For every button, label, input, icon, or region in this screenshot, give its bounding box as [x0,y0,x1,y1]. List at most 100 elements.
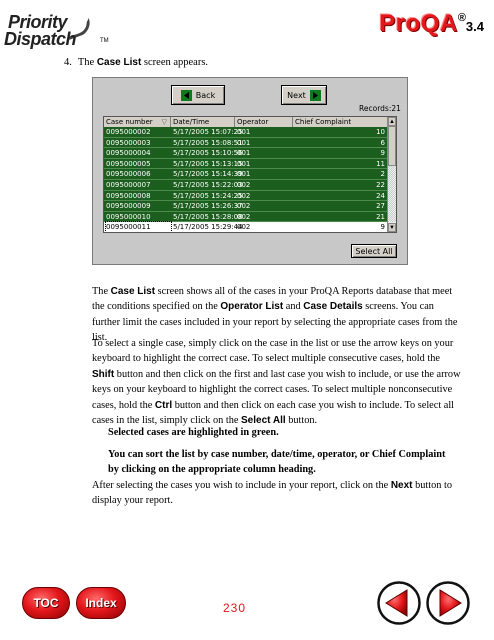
cell-case-number: 0095000005 [106,159,151,168]
cell-chief-complaint: 10 [376,128,385,136]
table-row[interactable]: 0095000003 5/17/2005 15:08:51 001 6 [104,137,388,149]
table-row[interactable]: 0095000008 5/17/2005 15:24:25 002 24 [104,190,388,202]
previous-page-button[interactable] [377,581,421,625]
cell-chief-complaint: 22 [376,180,385,189]
cell-chief-complaint: 24 [376,191,385,200]
page-number: 230 [223,601,247,615]
table-row[interactable]: 0095000002 5/17/2005 15:07:25 001 10 [104,127,388,138]
paragraph-selecting-cases: To select a single case, simply click on… [92,336,464,428]
grid-rows: 0095000002 5/17/2005 15:07:25 001 10 0095000… [104,127,388,232]
grid-scrollbar[interactable]: ▲ ▼ [387,117,396,232]
next-button[interactable]: Next [281,85,327,105]
brand-version: 3.4 [465,19,484,34]
previous-arrow-icon [377,581,421,625]
note-highlighted-green: Selected cases are highlighted in green. [108,427,279,438]
next-label: Next [287,90,306,100]
priority-dispatch-logo: Priority Dispatch TM [4,12,109,52]
step-line: 4. The Case List screen appears. [64,57,208,68]
table-row[interactable]: 0095000004 5/17/2005 15:10:56 001 9 [104,148,388,159]
p3-next: Next [390,480,413,491]
col-operator[interactable]: Operator [235,117,293,127]
cell-date-time: 5/17/2005 15:22:03 [173,180,243,189]
back-label: Back [195,90,216,100]
cell-case-number: 0095000006 [106,170,151,179]
step-text-post: screen appears. [141,57,209,68]
cell-operator: 001 [237,170,251,179]
back-button[interactable]: Back [171,85,225,105]
cell-date-time: 5/17/2005 15:13:15 [173,159,243,168]
cell-case-number: 0095000009 [106,202,151,211]
next-arrow-icon [426,581,470,625]
cell-case-number: 0095000003 [106,138,151,147]
cell-date-time: 5/17/2005 15:29:44 [173,223,243,232]
table-row[interactable]: 0095000007 5/17/2005 15:22:03 002 22 [104,179,388,191]
note-sort-list: You can sort the list by case number, da… [108,449,446,475]
cell-date-time: 5/17/2005 15:24:25 [173,191,243,200]
cell-operator: 002 [237,223,251,232]
step-text-pre: The [77,57,97,68]
cell-case-number: 0095000007 [106,180,151,189]
cell-date-time: 5/17/2005 15:07:25 [173,128,243,136]
toc-button[interactable]: TOC [22,587,70,619]
select-all-button[interactable]: Select All [351,244,397,258]
cell-date-time: 5/17/2005 15:14:39 [173,170,243,179]
cell-operator: 002 [237,212,251,221]
cell-case-number: 0095000004 [106,149,151,158]
next-page-button[interactable] [426,581,470,625]
grid-header: Case number ▽ Date/Time Operator Chief C… [104,117,388,127]
scroll-thumb[interactable] [388,126,396,166]
cell-case-number: 0095000011 [105,221,172,232]
index-button[interactable]: Index [76,587,126,619]
p1-case-list: Case List [110,286,156,297]
table-row[interactable]: 0095000010 5/17/2005 15:28:08 002 21 [104,211,388,223]
cell-chief-complaint: 11 [376,159,385,168]
cell-operator: 001 [237,128,251,136]
table-row[interactable]: 0095000006 5/17/2005 15:14:39 001 2 [104,169,388,180]
p3-a: After selecting the cases you wish to in… [92,480,391,491]
cell-chief-complaint: 2 [380,170,385,179]
step-text-bold: Case List [96,57,142,68]
cell-operator: 002 [237,191,251,200]
cell-operator: 002 [237,180,251,189]
cell-operator: 001 [237,138,251,147]
cell-operator: 001 [237,149,251,158]
cell-date-time: 5/17/2005 15:26:37 [173,202,243,211]
p1-operator-list: Operator List [220,301,284,313]
scroll-up-icon[interactable]: ▲ [388,117,396,126]
cell-operator: 001 [237,159,251,168]
records-count: Records:21 [359,104,401,113]
cell-date-time: 5/17/2005 15:28:08 [173,212,243,221]
col-date-time[interactable]: Date/Time [171,117,235,127]
cell-chief-complaint: 9 [380,223,385,232]
cell-chief-complaint: 9 [380,149,385,158]
table-row[interactable]: 0095000011 5/17/2005 15:29:44 002 9 [104,221,388,232]
p1-a: The [92,286,111,297]
cell-date-time: 5/17/2005 15:08:51 [173,138,243,147]
cell-case-number: 0095000008 [106,191,151,200]
paragraph-after-selecting: After selecting the cases you wish to in… [92,478,464,509]
sort-desc-icon: ▽ [161,118,167,126]
col-case-number[interactable]: Case number ▽ [104,117,171,127]
next-arrow-icon [309,89,321,101]
logo-tm: TM [100,38,109,44]
p1-e: and [283,301,304,313]
scroll-down-icon[interactable]: ▼ [388,223,396,232]
cell-case-number: 0095000010 [106,212,151,221]
cell-operator: 002 [237,202,251,211]
proqa-brand: ProQA®3.4 [379,10,484,40]
back-arrow-icon [180,89,192,101]
col-chief-complaint[interactable]: Chief Complaint [293,117,388,127]
case-list-grid[interactable]: Case number ▽ Date/Time Operator Chief C… [103,116,397,233]
p2-ctrl: Ctrl [154,399,173,411]
brand-reg: ® [457,12,466,24]
table-row[interactable]: 0095000009 5/17/2005 15:26:37 002 27 [104,201,388,212]
cell-chief-complaint: 6 [380,138,385,147]
cell-chief-complaint: 21 [376,212,385,221]
p2-a: To select a single case, simply click on… [92,338,454,365]
case-list-screenshot: Back Next Records:21 Case number ▽ Date/… [92,77,408,265]
step-number: 4. [64,57,72,68]
cell-case-number: 0095000002 [106,128,151,136]
p2-shift: Shift [92,368,115,380]
cell-chief-complaint: 27 [376,202,385,211]
table-row[interactable]: 0095000005 5/17/2005 15:13:15 001 11 [104,158,388,170]
